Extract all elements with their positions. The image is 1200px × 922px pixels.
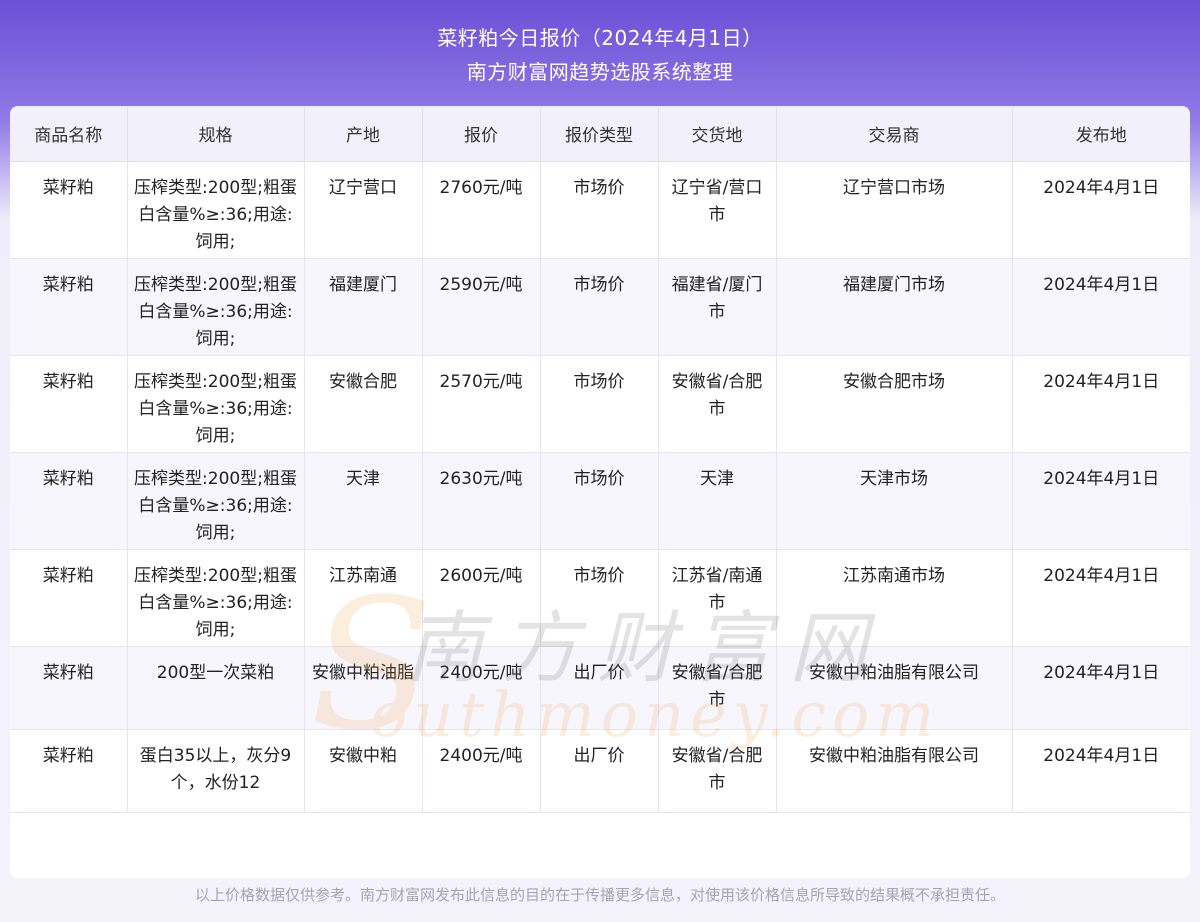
cell-name: 菜籽粕	[10, 729, 128, 813]
cell-delivery: 天津	[658, 452, 777, 550]
cell-trader: 天津市场	[776, 452, 1013, 550]
page-header: 菜籽粕今日报价（2024年4月1日） 南方财富网趋势选股系统整理	[0, 0, 1200, 100]
cell-origin: 安徽中粕	[304, 729, 423, 813]
col-header-delivery: 交货地	[658, 106, 777, 162]
cell-origin: 福建厦门	[304, 258, 423, 356]
disclaimer-text: 以上价格数据仅供参考。南方财富网发布此信息的目的在于传播更多信息，对使用该价格信…	[194, 886, 1005, 904]
cell-spec: 压榨类型:200型;粗蛋白含量%≥:36;用途:饲用;	[127, 452, 305, 550]
col-header-trader: 交易商	[776, 106, 1013, 162]
cell-date: 2024年4月1日	[1012, 729, 1190, 813]
cell-price: 2400元/吨	[422, 729, 541, 813]
col-header-spec: 规格	[127, 106, 305, 162]
cell-price: 2590元/吨	[422, 258, 541, 356]
cell-delivery: 福建省/厦门市	[658, 258, 777, 356]
cell-price-type: 市场价	[540, 161, 659, 259]
col-header-price: 报价	[422, 106, 541, 162]
cell-origin: 辽宁营口	[304, 161, 423, 259]
cell-trader: 辽宁营口市场	[776, 161, 1013, 259]
table-row: 菜籽粕 压榨类型:200型;粗蛋白含量%≥:36;用途:饲用; 辽宁营口 276…	[10, 161, 1190, 259]
cell-date: 2024年4月1日	[1012, 161, 1190, 259]
cell-price-type: 市场价	[540, 258, 659, 356]
cell-name: 菜籽粕	[10, 161, 128, 259]
cell-price-type: 出厂价	[540, 646, 659, 730]
col-header-name: 商品名称	[10, 106, 128, 162]
cell-delivery: 安徽省/合肥市	[658, 729, 777, 813]
table-row: 菜籽粕 200型一次菜粕 安徽中粕油脂 2400元/吨 出厂价 安徽省/合肥市 …	[10, 646, 1190, 730]
cell-price: 2630元/吨	[422, 452, 541, 550]
cell-trader: 安徽合肥市场	[776, 355, 1013, 453]
cell-date: 2024年4月1日	[1012, 549, 1190, 647]
cell-price-type: 市场价	[540, 452, 659, 550]
cell-delivery: 安徽省/合肥市	[658, 646, 777, 730]
cell-spec: 200型一次菜粕	[127, 646, 305, 730]
cell-origin: 江苏南通	[304, 549, 423, 647]
cell-price: 2570元/吨	[422, 355, 541, 453]
cell-name: 菜籽粕	[10, 549, 128, 647]
cell-date: 2024年4月1日	[1012, 258, 1190, 356]
cell-spec: 压榨类型:200型;粗蛋白含量%≥:36;用途:饲用;	[127, 549, 305, 647]
table-row: 菜籽粕 压榨类型:200型;粗蛋白含量%≥:36;用途:饲用; 福建厦门 259…	[10, 258, 1190, 356]
cell-trader: 安徽中粕油脂有限公司	[776, 646, 1013, 730]
cell-name: 菜籽粕	[10, 258, 128, 356]
cell-price-type: 市场价	[540, 549, 659, 647]
cell-name: 菜籽粕	[10, 452, 128, 550]
cell-name: 菜籽粕	[10, 355, 128, 453]
cell-trader: 江苏南通市场	[776, 549, 1013, 647]
cell-origin: 安徽合肥	[304, 355, 423, 453]
cell-price-type: 出厂价	[540, 729, 659, 813]
cell-origin: 天津	[304, 452, 423, 550]
cell-price: 2760元/吨	[422, 161, 541, 259]
cell-delivery: 安徽省/合肥市	[658, 355, 777, 453]
table-row: 菜籽粕 压榨类型:200型;粗蛋白含量%≥:36;用途:饲用; 江苏南通 260…	[10, 549, 1190, 647]
cell-date: 2024年4月1日	[1012, 646, 1190, 730]
page-title: 菜籽粕今日报价（2024年4月1日）	[437, 26, 763, 50]
cell-spec: 压榨类型:200型;粗蛋白含量%≥:36;用途:饲用;	[127, 258, 305, 356]
table-row: 菜籽粕 压榨类型:200型;粗蛋白含量%≥:36;用途:饲用; 天津 2630元…	[10, 452, 1190, 550]
cell-price-type: 市场价	[540, 355, 659, 453]
col-header-date: 发布地	[1012, 106, 1190, 162]
page-subtitle: 南方财富网趋势选股系统整理	[466, 60, 734, 84]
table-row: 菜籽粕 压榨类型:200型;粗蛋白含量%≥:36;用途:饲用; 安徽合肥 257…	[10, 355, 1190, 453]
cell-delivery: 辽宁省/营口市	[658, 161, 777, 259]
table-header-row: 商品名称 规格 产地 报价 报价类型 交货地 交易商 发布地	[10, 106, 1190, 162]
table-row: 菜籽粕 蛋白35以上，灰分9个，水份12 安徽中粕 2400元/吨 出厂价 安徽…	[10, 729, 1190, 813]
cell-name: 菜籽粕	[10, 646, 128, 730]
cell-price: 2600元/吨	[422, 549, 541, 647]
price-table: 商品名称 规格 产地 报价 报价类型 交货地 交易商 发布地 菜籽粕 压榨类型:…	[10, 106, 1190, 813]
cell-date: 2024年4月1日	[1012, 355, 1190, 453]
cell-date: 2024年4月1日	[1012, 452, 1190, 550]
cell-spec: 蛋白35以上，灰分9个，水份12	[127, 729, 305, 813]
cell-trader: 安徽中粕油脂有限公司	[776, 729, 1013, 813]
price-table-card: 商品名称 规格 产地 报价 报价类型 交货地 交易商 发布地 菜籽粕 压榨类型:…	[10, 106, 1190, 878]
cell-trader: 福建厦门市场	[776, 258, 1013, 356]
col-header-price-type: 报价类型	[540, 106, 659, 162]
col-header-origin: 产地	[304, 106, 423, 162]
cell-origin: 安徽中粕油脂	[304, 646, 423, 730]
cell-delivery: 江苏省/南通市	[658, 549, 777, 647]
cell-spec: 压榨类型:200型;粗蛋白含量%≥:36;用途:饲用;	[127, 355, 305, 453]
cell-price: 2400元/吨	[422, 646, 541, 730]
cell-spec: 压榨类型:200型;粗蛋白含量%≥:36;用途:饲用;	[127, 161, 305, 259]
